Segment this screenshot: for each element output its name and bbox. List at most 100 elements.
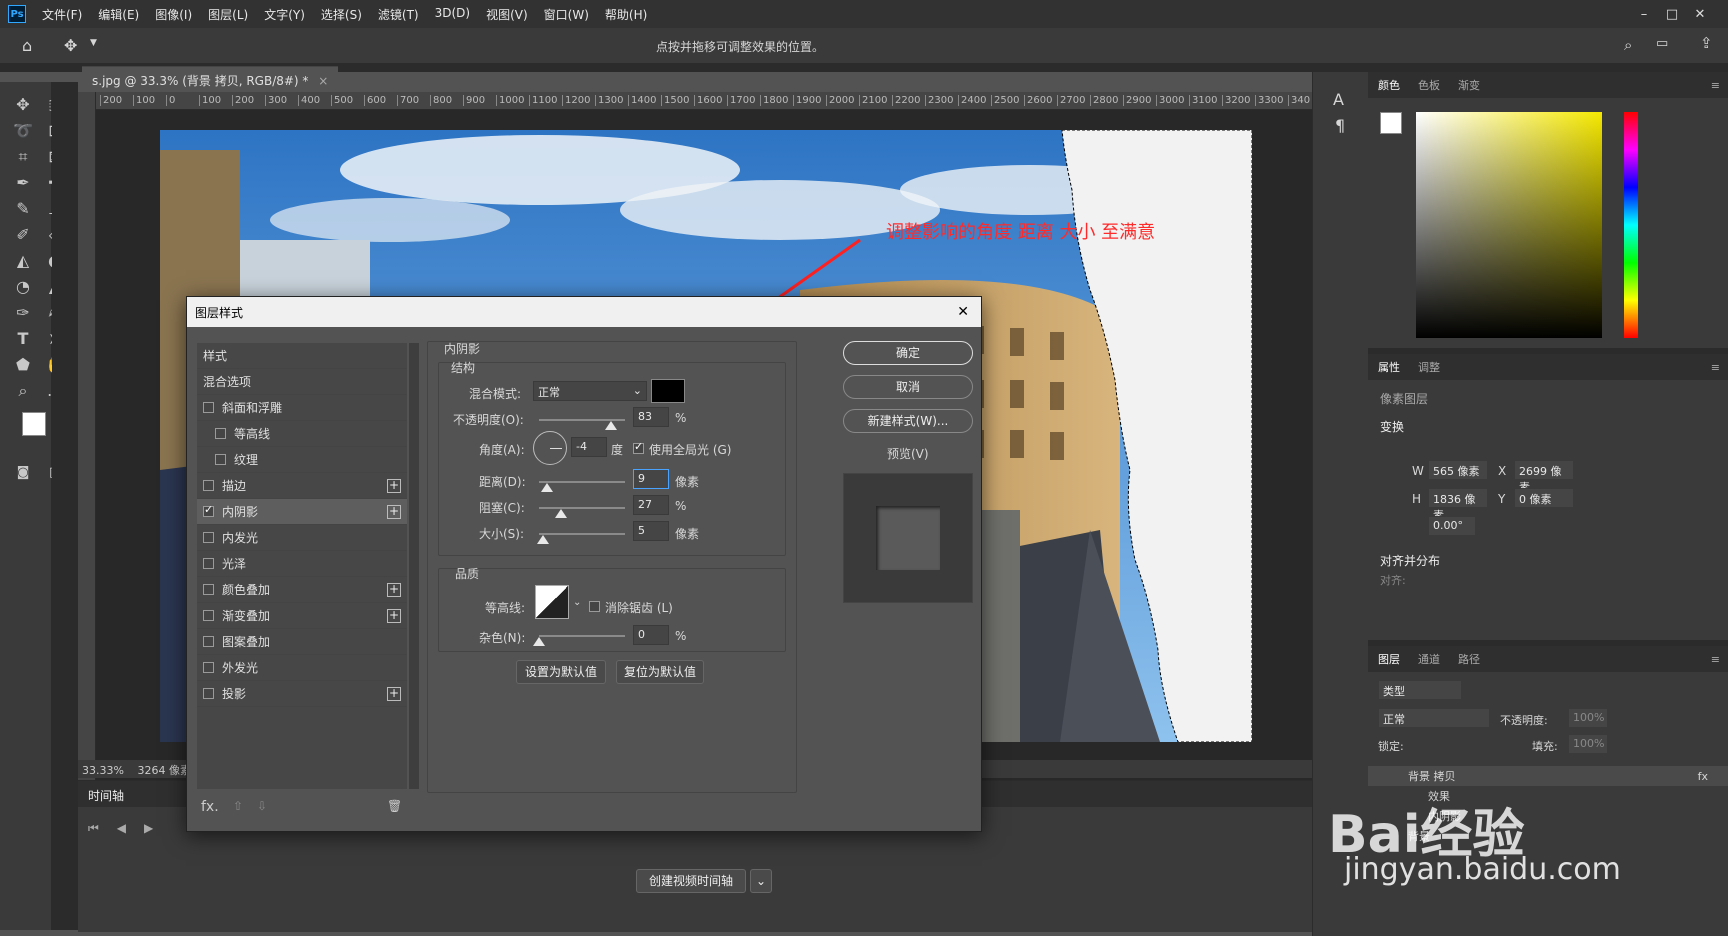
color-panel-tabs[interactable]: 颜色 色板 渐变 ≡ (1368, 72, 1728, 98)
width-field[interactable]: 565 像素 (1428, 460, 1488, 480)
menu-item[interactable]: 文件(F) (34, 6, 90, 23)
add-style-icon[interactable]: + (387, 479, 401, 493)
panel-tab[interactable]: 颜色 (1378, 77, 1400, 93)
lasso-icon[interactable]: ➰ (12, 120, 34, 142)
panel-tab[interactable]: 调整 (1418, 359, 1440, 375)
panel-menu-icon[interactable]: ≡ (1711, 653, 1720, 666)
hue-slider[interactable] (1624, 112, 1638, 338)
move-icon[interactable]: ✥ (12, 94, 34, 116)
fg-swatch[interactable] (1380, 112, 1402, 134)
dodge-icon[interactable]: ◔ (12, 276, 34, 298)
noise-slider[interactable] (539, 635, 625, 637)
create-video-timeline-button[interactable]: 创建视频时间轴 (636, 869, 746, 893)
contour-dropdown-icon[interactable]: ⌄ (573, 597, 581, 608)
close-tab-icon[interactable]: × (318, 74, 328, 88)
style-item[interactable]: 投影 + (197, 681, 407, 707)
character-icon[interactable]: A (1333, 90, 1344, 109)
choke-slider-thumb[interactable] (555, 509, 567, 518)
cancel-button[interactable]: 取消 (843, 375, 973, 399)
fx-icon[interactable]: fx. (201, 799, 219, 815)
style-item[interactable]: 内发光 (197, 525, 407, 551)
menu-item[interactable]: 图像(I) (147, 6, 200, 23)
layer-opacity-field[interactable]: 100% (1568, 708, 1608, 728)
height-field[interactable]: 1836 像素 (1428, 488, 1488, 522)
panel-tab[interactable]: 色板 (1418, 77, 1440, 93)
styles-scrollbar[interactable] (409, 343, 419, 789)
menu-item[interactable]: 滤镜(T) (370, 6, 427, 23)
opacity-slider-thumb[interactable] (605, 421, 617, 430)
add-style-icon[interactable]: + (387, 583, 401, 597)
brush-icon[interactable]: ✎ (12, 198, 34, 220)
maximize-icon[interactable]: □ (1658, 7, 1686, 22)
menu-item[interactable]: 编辑(E) (90, 6, 147, 23)
antialias-checkbox[interactable] (589, 601, 600, 612)
menu-item[interactable]: 文字(Y) (256, 6, 313, 23)
style-item[interactable]: 内阴影 + (197, 499, 407, 525)
global-light-checkbox[interactable] (633, 440, 644, 454)
size-slider[interactable] (539, 533, 625, 535)
zoom-level[interactable]: 33.33% (82, 764, 124, 777)
layer-filter-kind[interactable]: 类型 (1378, 680, 1462, 700)
menu-item[interactable]: 帮助(H) (597, 6, 655, 23)
style-checkbox[interactable] (203, 662, 214, 673)
angle-dial[interactable] (533, 431, 567, 465)
choke-slider[interactable] (539, 507, 625, 509)
set-default-button[interactable]: 设置为默认值 (516, 660, 606, 684)
menu-item[interactable]: 图层(L) (200, 6, 256, 23)
angle-field[interactable]: -4 (571, 437, 607, 457)
style-item[interactable]: 描边 + (197, 473, 407, 499)
style-checkbox[interactable] (215, 454, 226, 465)
shadow-color-swatch[interactable] (651, 379, 685, 403)
dialog-close-icon[interactable]: ✕ (957, 304, 969, 320)
style-item[interactable]: 样式 (197, 343, 407, 369)
ok-button[interactable]: 确定 (843, 341, 973, 365)
properties-panel-tabs[interactable]: 属性 调整 ≡ (1368, 354, 1728, 380)
color-field[interactable] (1416, 112, 1602, 338)
timeline-controls[interactable]: ⏮◀▶ (88, 821, 171, 836)
blend-mode-select[interactable]: 正常 ⌄ (533, 381, 647, 401)
menu-item[interactable]: 视图(V) (478, 6, 536, 23)
align-section[interactable]: 对齐并分布 (1380, 552, 1440, 569)
style-item[interactable]: 渐变叠加 + (197, 603, 407, 629)
choke-field[interactable]: 27 (633, 495, 669, 515)
home-icon[interactable]: ⌂ (22, 36, 32, 55)
eyedropper-icon[interactable]: ✒ (12, 172, 34, 194)
paragraph-icon[interactable]: ¶ (1335, 116, 1345, 135)
quick-mask-icon[interactable]: ◙ (12, 462, 34, 484)
y-field[interactable]: 0 像素 (1514, 488, 1574, 508)
noise-field[interactable]: 0 (633, 625, 669, 645)
panel-tab[interactable]: 通道 (1418, 651, 1440, 667)
layer-blend-mode[interactable]: 正常 (1378, 708, 1490, 728)
style-checkbox[interactable] (203, 480, 214, 491)
chevron-down-icon[interactable]: ▼ (90, 38, 97, 48)
minimize-icon[interactable]: – (1630, 7, 1658, 22)
menu-item[interactable]: 3D(D) (427, 6, 478, 23)
history-brush-icon[interactable]: ✐ (12, 224, 34, 246)
reset-default-button[interactable]: 复位为默认值 (616, 660, 704, 684)
new-style-button[interactable]: 新建样式(W)... (843, 409, 973, 433)
opacity-field[interactable]: 83 (633, 407, 669, 427)
add-style-icon[interactable]: + (387, 609, 401, 623)
x-field[interactable]: 2699 像素 (1514, 460, 1574, 494)
distance-slider-thumb[interactable] (541, 483, 553, 492)
close-window-icon[interactable]: ✕ (1686, 7, 1714, 22)
style-item[interactable]: 图案叠加 (197, 629, 407, 655)
menu-item[interactable]: 窗口(W) (536, 6, 597, 23)
trash-icon[interactable]: 🗑 (387, 799, 402, 813)
layers-panel-tabs[interactable]: 图层 通道 路径 ≡ (1368, 646, 1728, 672)
layer-fx-icon[interactable]: fx (1698, 770, 1708, 783)
style-checkbox[interactable] (203, 503, 214, 517)
move-up-icon[interactable]: ⇧ (233, 799, 243, 813)
search-icon[interactable]: ⌕ (1624, 36, 1632, 54)
shape-icon[interactable]: ⬟ (12, 354, 34, 376)
move-down-icon[interactable]: ⇩ (257, 799, 267, 813)
distance-field[interactable]: 9 (633, 469, 669, 489)
panel-tab[interactable]: 路径 (1458, 651, 1480, 667)
type-icon[interactable]: T (12, 328, 34, 350)
foreground-color-swatch[interactable] (22, 412, 46, 436)
style-item[interactable]: 外发光 (197, 655, 407, 681)
timeline-dropdown-icon[interactable]: ⌄ (750, 869, 772, 893)
panel-menu-icon[interactable]: ≡ (1711, 79, 1720, 92)
zoom-icon[interactable]: ⌕ (12, 380, 34, 402)
style-item[interactable]: 混合选项 (197, 369, 407, 395)
